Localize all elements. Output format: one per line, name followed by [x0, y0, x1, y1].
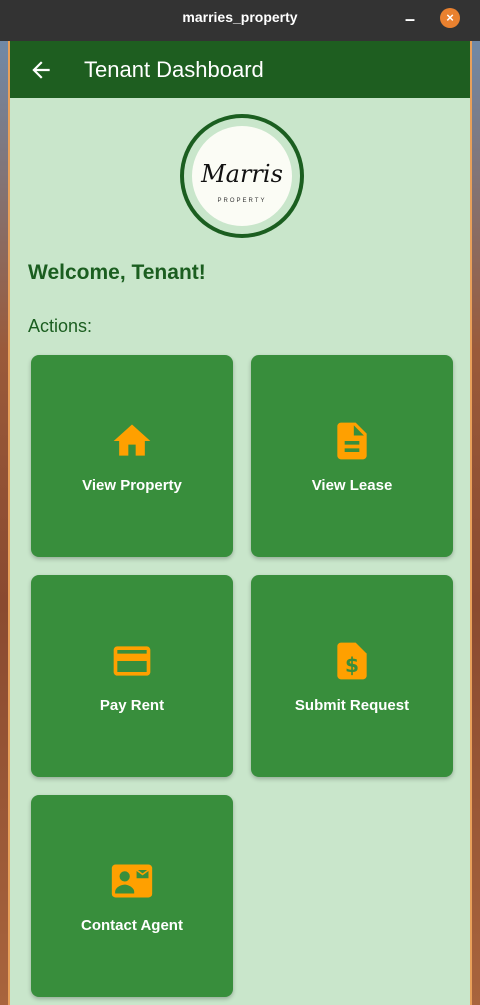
credit-card-icon	[113, 646, 151, 676]
pay-rent-card[interactable]: Pay Rent	[31, 575, 233, 777]
svg-text:$: $	[345, 653, 359, 677]
page-title: Tenant Dashboard	[84, 57, 264, 82]
card-label: Contact Agent	[81, 917, 183, 934]
view-lease-card[interactable]: View Lease	[251, 355, 453, 557]
card-label: Submit Request	[294, 697, 410, 714]
home-icon	[113, 424, 151, 456]
app-bar: Tenant Dashboard	[10, 41, 470, 98]
dollar-document-icon: $	[337, 642, 367, 680]
logo-avatar: Marris PROPERTY	[180, 114, 304, 238]
contact-mail-icon	[111, 864, 153, 898]
logo-text: Marris	[201, 160, 283, 188]
minimize-button[interactable]: –	[403, 10, 417, 28]
view-property-card[interactable]: View Property	[31, 355, 233, 557]
card-label: View Lease	[311, 477, 393, 494]
app-window: Tenant Dashboard Marris PROPERTY Welcome…	[8, 41, 472, 1005]
window-titlebar: marries_property – ×	[0, 0, 480, 41]
submit-request-card[interactable]: $ Submit Request	[251, 575, 453, 777]
close-button[interactable]: ×	[440, 8, 460, 28]
contact-agent-card[interactable]: Contact Agent	[31, 795, 233, 997]
welcome-heading: Welcome, Tenant!	[28, 261, 206, 284]
arrow-left-icon[interactable]	[28, 57, 54, 83]
document-icon	[337, 422, 367, 460]
card-label: View Property	[82, 477, 182, 494]
card-label: Pay Rent	[99, 697, 165, 714]
logo-subtitle: PROPERTY	[217, 198, 267, 204]
actions-heading: Actions:	[28, 316, 93, 336]
